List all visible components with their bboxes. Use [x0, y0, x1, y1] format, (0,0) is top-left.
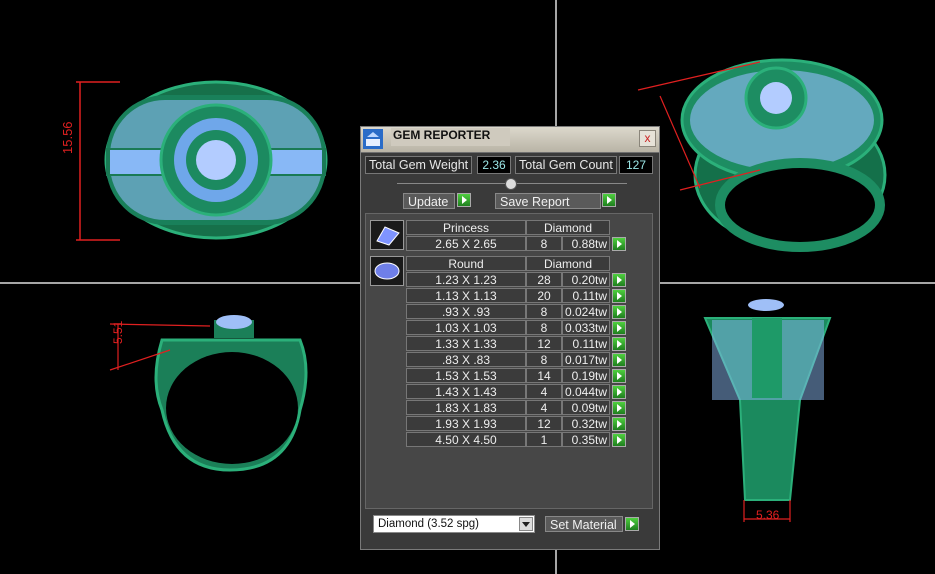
gem-weight-cell: 0.11tw — [562, 288, 610, 303]
gem-size-cell: 1.83 X 1.83 — [406, 400, 526, 415]
gem-size-cell: .83 X .83 — [406, 352, 526, 367]
gem-count-cell: 8 — [526, 304, 562, 319]
gem-count-cell: 1 — [526, 432, 562, 447]
princess-gem-icon — [370, 220, 404, 250]
material-select-value: Diamond (3.52 spg) — [378, 518, 479, 530]
gem-count-cell: 14 — [526, 368, 562, 383]
gem-size-cell: 1.03 X 1.03 — [406, 320, 526, 335]
gem-reporter-dialog: GEM REPORTER x Total Gem Weight 2.36 Tot… — [360, 126, 660, 550]
total-count-label: Total Gem Count — [515, 156, 617, 174]
group-shape-header: Round — [406, 256, 526, 271]
group-shape-header: Princess — [406, 220, 526, 235]
gem-row-go-icon[interactable] — [612, 289, 626, 303]
dimension-side-label: 5.51 — [111, 320, 125, 344]
total-count-value: 127 — [619, 156, 653, 174]
group-material-header: Diamond — [526, 256, 610, 271]
gem-size-cell: 2.65 X 2.65 — [406, 236, 526, 251]
total-weight-label: Total Gem Weight — [365, 156, 473, 174]
gem-count-cell: 8 — [526, 352, 562, 367]
gem-weight-cell: 0.09tw — [562, 400, 610, 415]
gem-size-cell: 1.43 X 1.43 — [406, 384, 526, 399]
set-material-button[interactable]: Set Material — [545, 516, 623, 532]
save-report-go-icon[interactable] — [602, 193, 616, 207]
gem-count-cell: 4 — [526, 384, 562, 399]
dimension-front-label: 5.36 — [756, 508, 780, 522]
gem-size-cell: 1.53 X 1.53 — [406, 368, 526, 383]
gem-weight-cell: 0.88tw — [562, 236, 610, 251]
save-report-button[interactable]: Save Report — [495, 193, 601, 209]
gem-count-cell: 20 — [526, 288, 562, 303]
gem-count-cell: 28 — [526, 272, 562, 287]
gem-reporter-app-icon — [363, 129, 383, 149]
gem-row-go-icon[interactable] — [612, 353, 626, 367]
gem-weight-cell: 0.32tw — [562, 416, 610, 431]
ring-side-view — [154, 315, 308, 472]
group-material-header: Diamond — [526, 220, 610, 235]
gem-count-cell: 8 — [526, 320, 562, 335]
gem-size-cell: .93 X .93 — [406, 304, 526, 319]
gem-list-panel: Princess Diamond 2.65 X 2.65 8 0.88tw Round Di… — [365, 213, 653, 509]
gem-weight-cell: 0.033tw — [562, 320, 610, 335]
close-icon[interactable]: x — [639, 130, 656, 147]
gem-count-cell: 12 — [526, 416, 562, 431]
gem-row-go-icon[interactable] — [612, 273, 626, 287]
gem-count-cell: 12 — [526, 336, 562, 351]
gem-size-cell: 1.23 X 1.23 — [406, 272, 526, 287]
gem-weight-cell: 0.11tw — [562, 336, 610, 351]
update-go-icon[interactable] — [457, 193, 471, 207]
ring-front-view — [703, 299, 832, 501]
gem-weight-cell: 0.19tw — [562, 368, 610, 383]
gem-row-go-icon[interactable] — [612, 337, 626, 351]
gem-count-cell: 8 — [526, 236, 562, 251]
gem-size-cell: 1.93 X 1.93 — [406, 416, 526, 431]
dimension-top-label: 15.56 — [60, 121, 75, 154]
gem-row-go-icon[interactable] — [612, 401, 626, 415]
gem-size-cell: 1.13 X 1.13 — [406, 288, 526, 303]
gem-row-go-icon[interactable] — [612, 321, 626, 335]
gem-row-go-icon[interactable] — [612, 385, 626, 399]
gem-row-go-icon[interactable] — [612, 433, 626, 447]
gem-weight-cell: 0.024tw — [562, 304, 610, 319]
round-gem-icon — [370, 256, 404, 286]
material-select[interactable]: Diamond (3.52 spg) — [373, 515, 535, 533]
gem-weight-cell: 0.017tw — [562, 352, 610, 367]
gem-row-go-icon[interactable] — [612, 369, 626, 383]
ring-perspective-view — [680, 58, 887, 252]
update-button[interactable]: Update — [403, 193, 455, 209]
gem-row-go-icon[interactable] — [612, 305, 626, 319]
chevron-down-icon[interactable] — [519, 517, 533, 531]
gem-weight-cell: 0.044tw — [562, 384, 610, 399]
ring-top-view — [104, 80, 328, 240]
gem-row-go-icon[interactable] — [612, 417, 626, 431]
gem-count-cell: 4 — [526, 400, 562, 415]
set-material-go-icon[interactable] — [625, 517, 639, 531]
total-weight-value: 2.36 — [477, 156, 511, 174]
slider-handle[interactable] — [505, 178, 517, 190]
gem-size-cell: 4.50 X 4.50 — [406, 432, 526, 447]
gem-weight-cell: 0.20tw — [562, 272, 610, 287]
gem-size-cell: 1.33 X 1.33 — [406, 336, 526, 351]
gem-row-go-icon[interactable] — [612, 237, 626, 251]
title-bar[interactable]: GEM REPORTER x — [361, 127, 659, 153]
gem-weight-cell: 0.35tw — [562, 432, 610, 447]
dialog-title: GEM REPORTER — [391, 128, 511, 146]
